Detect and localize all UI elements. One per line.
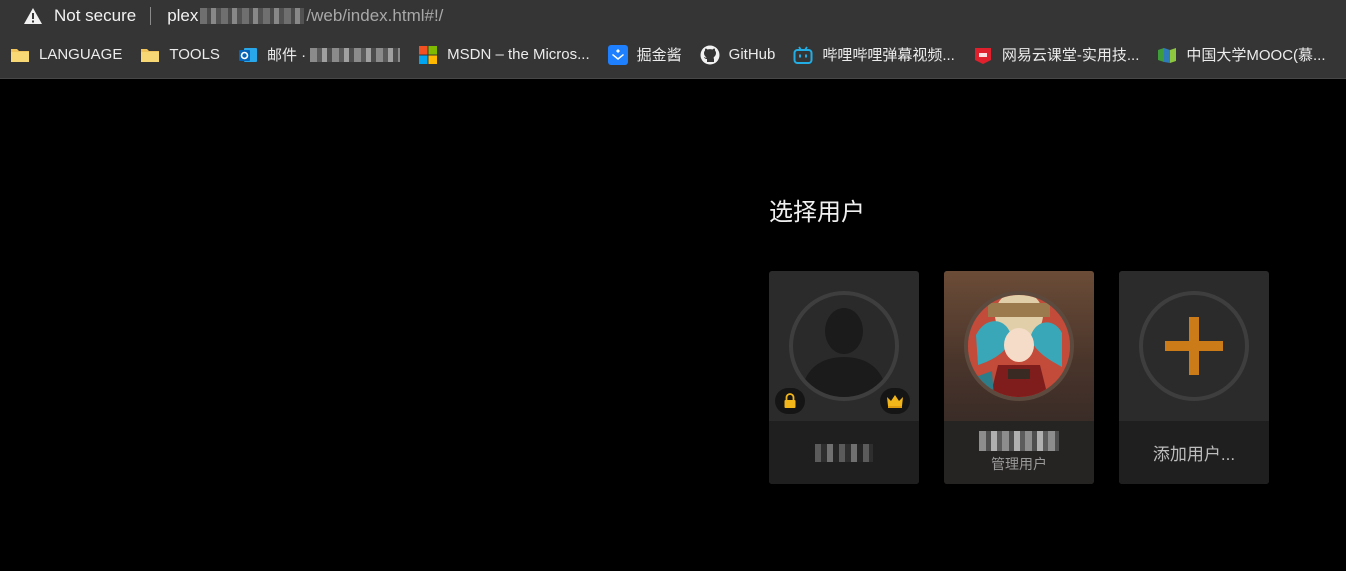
folder-icon [140, 45, 160, 65]
user-card-2[interactable]: 管理用户 [944, 271, 1094, 484]
bookmark-label: 网易云课堂-实用技... [1001, 47, 1140, 64]
netease-study-icon [973, 45, 993, 65]
juejin-icon [607, 44, 628, 65]
crown-icon [880, 388, 910, 414]
url-host: plex [167, 5, 199, 25]
bookmark-label: 掘金酱 [636, 47, 682, 64]
user-card-top [769, 271, 919, 421]
user-card-footer [769, 421, 919, 484]
redacted-text [310, 47, 401, 62]
bookmark-label: GitHub [728, 46, 776, 63]
add-user-label[interactable]: 添加用户... [1153, 440, 1235, 465]
page-title: 选择用户 [769, 199, 865, 226]
bookmark-label: LANGUAGE [39, 46, 123, 63]
lock-icon [775, 388, 805, 414]
bookmark-language[interactable]: LANGUAGE [10, 45, 122, 65]
bilibili-icon [793, 45, 813, 65]
redacted-username [979, 431, 1059, 451]
url-redacted [200, 7, 305, 24]
bookmark-msdn[interactable]: MSDN – the Micros... [418, 45, 590, 65]
url-field[interactable]: plex /web/index.html#!/ [167, 6, 443, 26]
microsoft-icon [418, 45, 438, 65]
default-avatar-icon [789, 291, 899, 401]
mooc-icon [1157, 45, 1177, 65]
bookmark-github[interactable]: GitHub [700, 45, 776, 65]
address-bar[interactable]: Not secure plex /web/index.html#!/ [0, 0, 1346, 31]
plus-icon [1165, 317, 1223, 375]
bookmark-netease-study[interactable]: 网易云课堂-实用技... [973, 44, 1140, 65]
bookmark-label: 哔哩哔哩弹幕视频... [822, 47, 955, 64]
bookmark-label: 邮件 · [266, 47, 307, 64]
divider [150, 6, 152, 25]
user-card-top [944, 271, 1094, 421]
bookmark-tools[interactable]: TOOLS [140, 45, 220, 65]
security-status[interactable]: Not secure [54, 6, 136, 26]
add-user-button[interactable] [1139, 291, 1249, 401]
add-user-card-top [1119, 271, 1269, 421]
add-user-footer: 添加用户... [1119, 421, 1269, 484]
add-user-card[interactable]: 添加用户... [1119, 271, 1269, 484]
folder-icon [10, 45, 30, 65]
url-path: /web/index.html#!/ [306, 5, 444, 25]
bookmark-juejin[interactable]: 掘金酱 [607, 44, 682, 65]
bookmark-label: MSDN – the Micros... [447, 46, 590, 63]
outlook-icon [238, 45, 258, 65]
bookmarks-bar: LANGUAGE TOOLS 邮件 · MSDN – the Micros...… [0, 31, 1346, 79]
bookmark-bilibili[interactable]: 哔哩哔哩弹幕视频... [793, 44, 955, 65]
warning-icon[interactable] [22, 6, 44, 26]
user-role: 管理用户 [991, 456, 1047, 472]
user-card-1[interactable] [769, 271, 919, 484]
bookmark-mail[interactable]: 邮件 · [238, 44, 401, 65]
user-card-footer: 管理用户 [944, 421, 1094, 484]
bookmark-label: 中国大学MOOC(慕... [1186, 47, 1326, 64]
github-icon [700, 45, 720, 65]
redacted-username [815, 443, 873, 462]
user-avatar [964, 291, 1074, 401]
bookmark-label: TOOLS [169, 46, 220, 63]
bookmark-mooc[interactable]: 中国大学MOOC(慕... [1157, 44, 1326, 65]
